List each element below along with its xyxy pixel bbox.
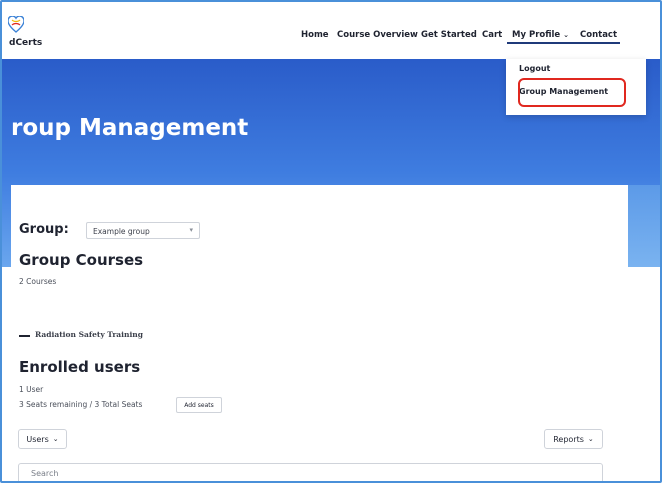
nav-course-overview[interactable]: Course Overview xyxy=(337,30,418,40)
reports-dropdown-label: Reports xyxy=(553,434,584,444)
app-window: roup Management dCerts Home Course Overv… xyxy=(0,0,662,483)
enrolled-users-heading: Enrolled users xyxy=(19,358,141,376)
search-input[interactable] xyxy=(18,463,603,481)
site-header: dCerts Home Course Overview Get Started … xyxy=(2,2,660,59)
group-courses-count: 2 Courses xyxy=(19,277,57,286)
group-management-panel: Group: Example group ▾ Group Courses 2 C… xyxy=(11,185,628,481)
nav-get-started[interactable]: Get Started xyxy=(421,30,477,40)
group-select-value: Example group xyxy=(93,227,150,236)
seat-summary: 3 Seats remaining / 3 Total Seats xyxy=(19,400,143,409)
reports-dropdown-button[interactable]: Reports ⌄ xyxy=(544,429,603,449)
users-dropdown-label: Users xyxy=(26,434,49,444)
menu-item-group-management[interactable]: Group Management xyxy=(519,87,608,96)
group-courses-heading: Group Courses xyxy=(19,251,144,269)
chevron-down-icon: ⌄ xyxy=(563,31,570,39)
chevron-down-icon: ⌄ xyxy=(587,435,594,443)
nav-contact[interactable]: Contact xyxy=(580,30,617,40)
dash-icon xyxy=(19,335,30,337)
nav-my-profile[interactable]: My Profile ⌄ xyxy=(512,30,569,40)
group-select[interactable]: Example group ▾ xyxy=(86,222,200,239)
group-selector-row: Group: Example group ▾ xyxy=(19,222,319,240)
nav-my-profile-label: My Profile xyxy=(512,30,561,40)
hero-side-strip xyxy=(628,185,660,267)
profile-dropdown-menu: Logout Group Management xyxy=(506,59,646,115)
users-dropdown-button[interactable]: Users ⌄ xyxy=(18,429,67,449)
course-item-label: Radiation Safety Training xyxy=(35,330,143,339)
select-caret-icon: ▾ xyxy=(189,226,193,234)
nav-home[interactable]: Home xyxy=(301,30,329,40)
nav-active-underline xyxy=(507,42,620,44)
enrolled-user-count: 1 User xyxy=(19,385,44,394)
nav-cart[interactable]: Cart xyxy=(482,30,502,40)
add-seats-button[interactable]: Add seats xyxy=(176,397,222,413)
chevron-down-icon: ⌄ xyxy=(52,435,59,443)
page-title: roup Management xyxy=(11,115,249,141)
group-label: Group: xyxy=(19,222,69,237)
menu-item-logout[interactable]: Logout xyxy=(519,64,550,73)
